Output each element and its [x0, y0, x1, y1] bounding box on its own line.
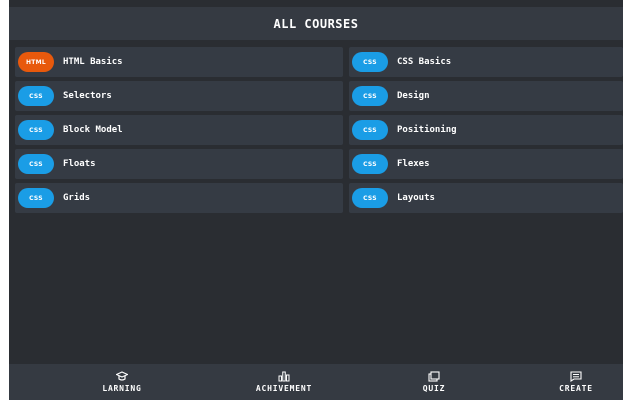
course-floats[interactable]: CSS Floats — [15, 149, 343, 179]
note-icon — [570, 371, 582, 382]
graduation-cap-icon — [116, 371, 128, 381]
course-design[interactable]: CSS Design — [349, 81, 623, 111]
tab-label: CREATE — [559, 384, 593, 393]
tab-create[interactable]: CREATE — [546, 364, 606, 400]
course-css-basics[interactable]: CSS CSS Basics — [349, 47, 623, 77]
course-title: Flexes — [397, 159, 430, 169]
course-html-basics[interactable]: HTML HTML Basics — [15, 47, 343, 77]
css-badge: CSS — [352, 154, 388, 174]
css-badge: CSS — [352, 120, 388, 140]
course-positioning[interactable]: CSS Positioning — [349, 115, 623, 145]
css-badge: CSS — [18, 86, 54, 106]
course-title: Grids — [63, 193, 91, 203]
html-badge: HTML — [18, 52, 54, 72]
course-block-model[interactable]: CSS Block Model — [15, 115, 343, 145]
course-selectors[interactable]: CSS Selectors — [15, 81, 343, 111]
course-flexes[interactable]: CSS Flexes — [349, 149, 623, 179]
css-badge: CSS — [352, 188, 388, 208]
css-badge: CSS — [18, 120, 54, 140]
page-title: ALL COURSES — [273, 16, 359, 31]
course-title: HTML Basics — [63, 57, 123, 67]
course-title: Design — [397, 91, 430, 101]
app-screen: ALL COURSES HTML HTML Basics CSS CSS Bas… — [9, 0, 623, 400]
css-badge: CSS — [352, 52, 388, 72]
course-title: Positioning — [397, 125, 457, 135]
tab-label: ACHIVEMENT — [255, 384, 313, 393]
page-header: ALL COURSES — [9, 7, 623, 40]
css-badge: CSS — [352, 86, 388, 106]
course-title: CSS Basics — [397, 57, 452, 67]
tab-quiz[interactable]: QUIZ — [409, 364, 459, 400]
course-list: HTML HTML Basics CSS CSS Basics CSS Sele… — [15, 47, 623, 213]
bottom-tab-bar: LARNING ACHIVEMENT QUIZ CREATE — [9, 364, 623, 400]
css-badge: CSS — [18, 188, 54, 208]
bar-chart-icon — [278, 371, 290, 382]
course-grids[interactable]: CSS Grids — [15, 183, 343, 213]
course-title: Floats — [63, 159, 96, 169]
course-layouts[interactable]: CSS Layouts — [349, 183, 623, 213]
tab-label: LARNING — [102, 384, 142, 393]
course-title: Block Model — [63, 125, 123, 135]
css-badge: CSS — [18, 154, 54, 174]
tab-achievement[interactable]: ACHIVEMENT — [239, 364, 329, 400]
tab-label: QUIZ — [422, 384, 446, 393]
course-title: Selectors — [63, 91, 112, 101]
course-title: Layouts — [397, 193, 435, 203]
quiz-icon — [428, 371, 440, 382]
tab-learning[interactable]: LARNING — [87, 364, 157, 400]
